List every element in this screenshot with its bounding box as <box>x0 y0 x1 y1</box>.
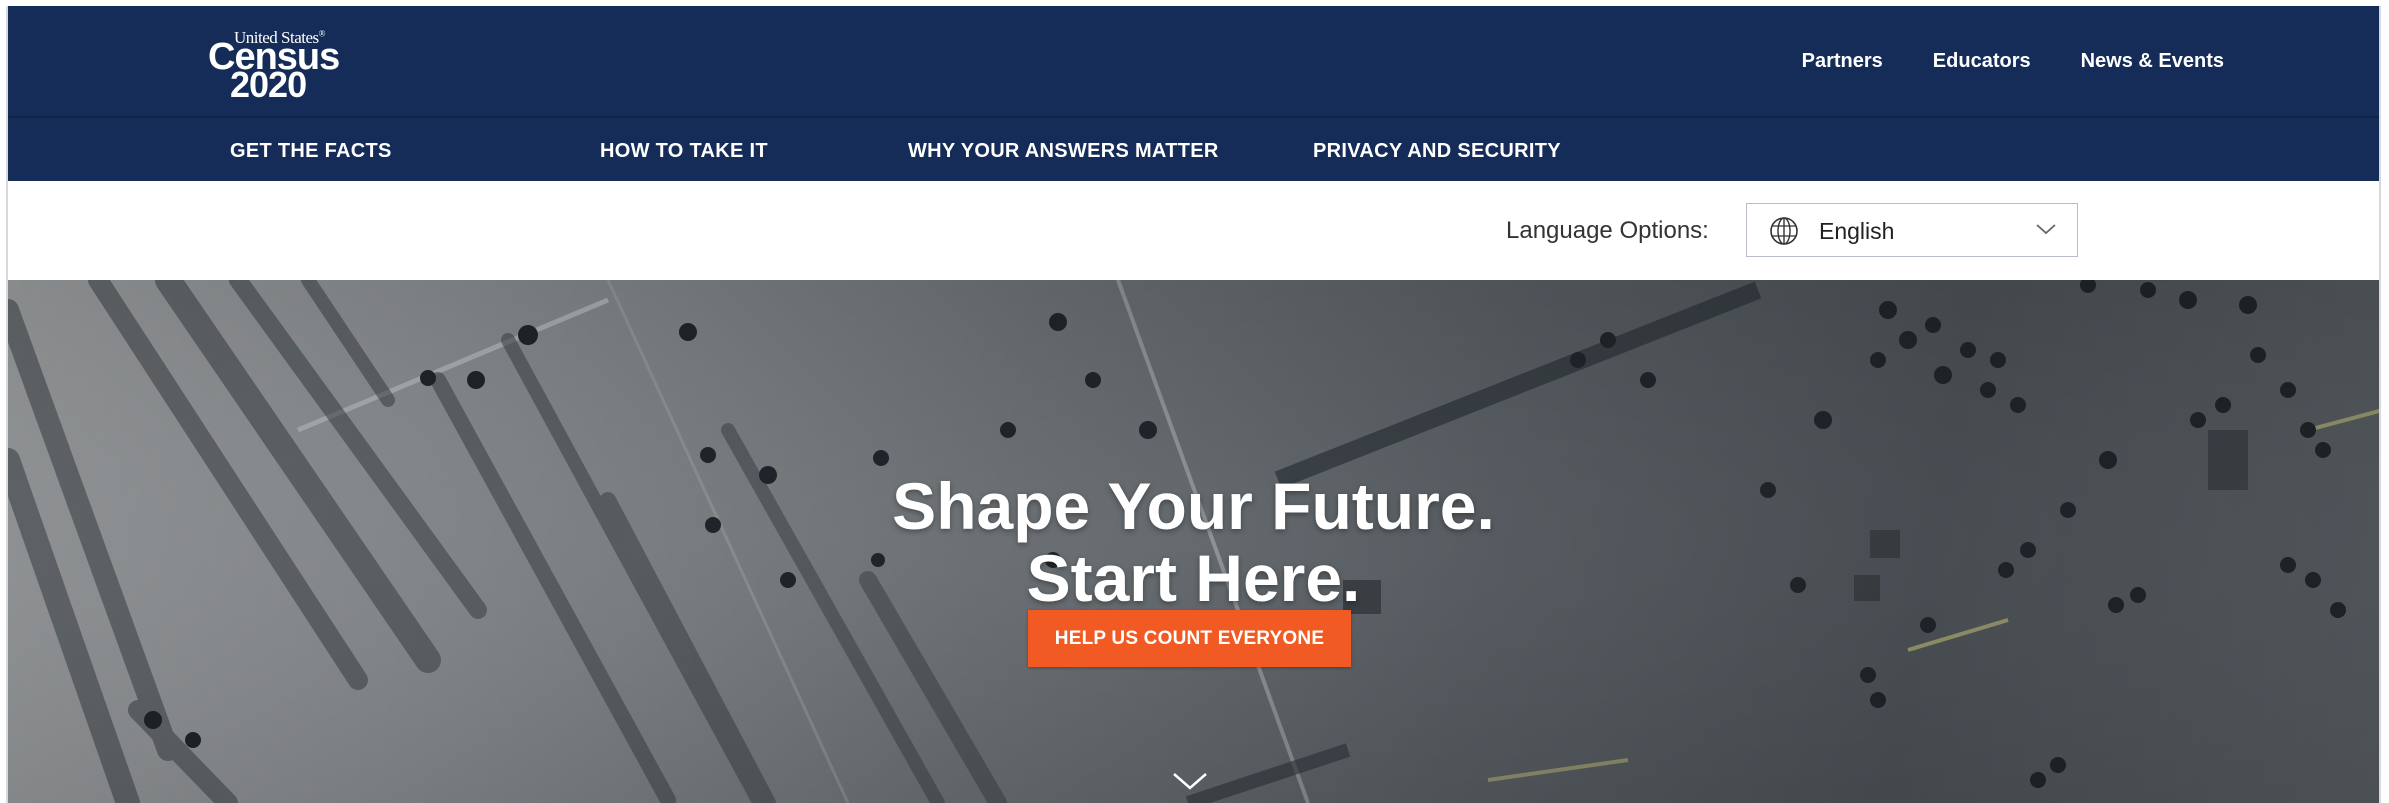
hero-headline-line1: Shape Your Future. <box>892 469 1495 544</box>
chevron-down-icon[interactable] <box>1171 770 1209 792</box>
nav-how-to-take-it[interactable]: HOW TO TAKE IT <box>600 140 768 163</box>
browser-viewport: United States® Census 2020 Partners Educ… <box>6 6 2381 803</box>
language-options-label: Language Options: <box>1506 217 1709 244</box>
hero-headline-line2: Start Here. <box>1026 541 1361 616</box>
main-nav: GET THE FACTS HOW TO TAKE IT WHY YOUR AN… <box>8 118 2379 181</box>
language-selected-value: English <box>1819 218 1895 244</box>
hero-banner: Shape Your Future. Start Here. HELP US C… <box>8 280 2379 803</box>
logo-year: 2020 <box>230 64 307 105</box>
chevron-down-icon <box>2036 224 2056 235</box>
help-us-count-everyone-button[interactable]: HELP US COUNT EVERYONE <box>1028 610 1351 667</box>
hero-headline: Shape Your Future. Start Here. <box>8 470 2379 614</box>
language-select[interactable]: English <box>1746 203 2078 257</box>
util-link-educators[interactable]: Educators <box>1933 50 2031 73</box>
site-header: United States® Census 2020 Partners Educ… <box>8 6 2379 116</box>
utility-nav: Partners Educators News & Events <box>1802 50 2224 73</box>
census-2020-logo[interactable]: United States® Census 2020 <box>208 18 358 108</box>
language-bar: Language Options: English <box>8 181 2379 280</box>
util-link-partners[interactable]: Partners <box>1802 50 1883 73</box>
nav-get-the-facts[interactable]: GET THE FACTS <box>230 140 392 163</box>
nav-why-your-answers-matter[interactable]: WHY YOUR ANSWERS MATTER <box>908 140 1219 163</box>
nav-privacy-and-security[interactable]: PRIVACY AND SECURITY <box>1313 140 1561 163</box>
util-link-news-events[interactable]: News & Events <box>2081 50 2224 73</box>
globe-icon <box>1770 217 1798 245</box>
